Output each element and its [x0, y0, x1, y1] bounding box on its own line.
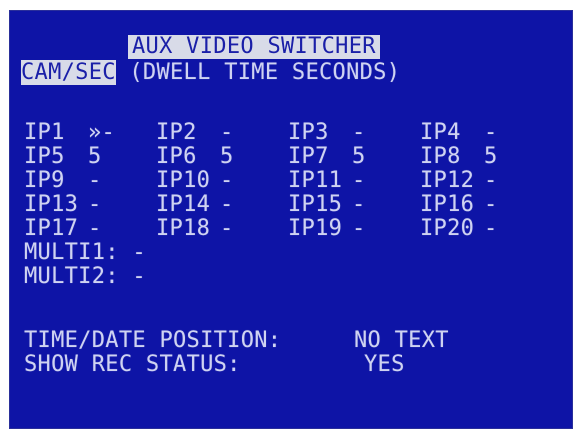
- camera-dwell-value[interactable]: -: [88, 217, 102, 241]
- multi2-value[interactable]: -: [132, 264, 146, 289]
- camera-cell-ip14[interactable]: IP14-: [156, 193, 234, 217]
- camera-dwell-value[interactable]: 5: [88, 145, 102, 169]
- camera-label: IP1: [24, 120, 65, 145]
- time-date-position-value[interactable]: NO TEXT: [354, 329, 449, 353]
- camera-label: IP8: [420, 144, 461, 169]
- camera-label: IP11: [288, 168, 343, 193]
- camera-label: IP9: [24, 168, 65, 193]
- camera-cell-ip12[interactable]: IP12-: [420, 169, 498, 193]
- camera-label: IP7: [288, 144, 329, 169]
- time-date-position-label: TIME/DATE POSITION:: [24, 328, 282, 353]
- camera-dwell-value[interactable]: -: [220, 121, 234, 145]
- camera-cell-ip16[interactable]: IP16-: [420, 193, 498, 217]
- camera-label: IP16: [420, 192, 475, 217]
- multi2-label: MULTI2:: [24, 264, 119, 289]
- camera-dwell-value[interactable]: -: [352, 193, 366, 217]
- multi1-row[interactable]: MULTI1: -: [24, 241, 146, 265]
- camera-cell-ip4[interactable]: IP4-: [420, 121, 498, 145]
- camera-cell-ip9[interactable]: IP9-: [24, 169, 102, 193]
- camera-dwell-value[interactable]: -: [220, 193, 234, 217]
- camera-label: IP15: [288, 192, 343, 217]
- mode-line: CAM/SEC (DWELL TIME SECONDS): [21, 60, 401, 85]
- camera-label: IP17: [24, 216, 79, 241]
- camera-label: IP4: [420, 120, 461, 145]
- camera-dwell-value[interactable]: -: [352, 121, 366, 145]
- camera-cell-ip18[interactable]: IP18-: [156, 217, 234, 241]
- multi2-row[interactable]: MULTI2: -: [24, 265, 146, 289]
- show-rec-status-value[interactable]: YES: [364, 353, 405, 377]
- camera-cell-ip13[interactable]: IP13-: [24, 193, 102, 217]
- camera-label: IP19: [288, 216, 343, 241]
- camera-cell-ip7[interactable]: IP7 5: [288, 145, 366, 169]
- osd-frame: AUX VIDEO SWITCHER CAM/SEC (DWELL TIME S…: [0, 0, 584, 442]
- camera-cell-ip1[interactable]: IP1 »-: [24, 121, 115, 145]
- camera-dwell-value[interactable]: -: [352, 217, 366, 241]
- camera-label: IP10: [156, 168, 211, 193]
- camera-dwell-value[interactable]: -: [484, 217, 498, 241]
- camera-label: IP12: [420, 168, 475, 193]
- camera-dwell-value[interactable]: -: [484, 193, 498, 217]
- time-date-position-row[interactable]: TIME/DATE POSITION: NO TEXT: [24, 328, 449, 353]
- camera-label: IP13: [24, 192, 79, 217]
- multi1-value[interactable]: -: [132, 240, 146, 265]
- camera-cell-ip3[interactable]: IP3-: [288, 121, 366, 145]
- show-rec-status-row[interactable]: SHOW REC STATUS: YES: [24, 352, 404, 377]
- camera-cell-ip15[interactable]: IP15-: [288, 193, 366, 217]
- camera-dwell-value[interactable]: 5: [484, 145, 498, 169]
- show-rec-status-label: SHOW REC STATUS:: [24, 352, 241, 377]
- camera-dwell-value[interactable]: -: [88, 169, 102, 193]
- camera-cell-ip19[interactable]: IP19-: [288, 217, 366, 241]
- camera-cell-ip17[interactable]: IP17-: [24, 217, 102, 241]
- camera-dwell-value[interactable]: -: [88, 193, 102, 217]
- camera-dwell-value[interactable]: -: [484, 121, 498, 145]
- camera-cell-ip6[interactable]: IP6 5: [156, 145, 234, 169]
- camera-label: IP3: [288, 120, 329, 145]
- camera-dwell-value[interactable]: »-: [88, 121, 115, 145]
- camera-dwell-value[interactable]: -: [352, 169, 366, 193]
- camera-label: IP2: [156, 120, 197, 145]
- menu-title: AUX VIDEO SWITCHER: [128, 35, 380, 59]
- camera-label: IP20: [420, 216, 475, 241]
- camera-dwell-value[interactable]: -: [220, 169, 234, 193]
- camera-cell-ip11[interactable]: IP11-: [288, 169, 366, 193]
- mode-description: (DWELL TIME SECONDS): [115, 60, 401, 85]
- camera-label: IP14: [156, 192, 211, 217]
- camera-cell-ip2[interactable]: IP2-: [156, 121, 234, 145]
- camera-cell-ip10[interactable]: IP10-: [156, 169, 234, 193]
- camera-cell-ip5[interactable]: IP5 5: [24, 145, 102, 169]
- multi1-label: MULTI1:: [24, 240, 119, 265]
- mode-selected[interactable]: CAM/SEC: [21, 60, 116, 85]
- camera-dwell-value[interactable]: 5: [220, 145, 234, 169]
- camera-label: IP5: [24, 144, 65, 169]
- camera-dwell-value[interactable]: 5: [352, 145, 366, 169]
- osd-screen: AUX VIDEO SWITCHER CAM/SEC (DWELL TIME S…: [9, 10, 573, 429]
- camera-dwell-value[interactable]: -: [484, 169, 498, 193]
- camera-cell-ip20[interactable]: IP20-: [420, 217, 498, 241]
- camera-label: IP18: [156, 216, 211, 241]
- camera-dwell-value[interactable]: -: [220, 217, 234, 241]
- camera-cell-ip8[interactable]: IP8 5: [420, 145, 498, 169]
- camera-label: IP6: [156, 144, 197, 169]
